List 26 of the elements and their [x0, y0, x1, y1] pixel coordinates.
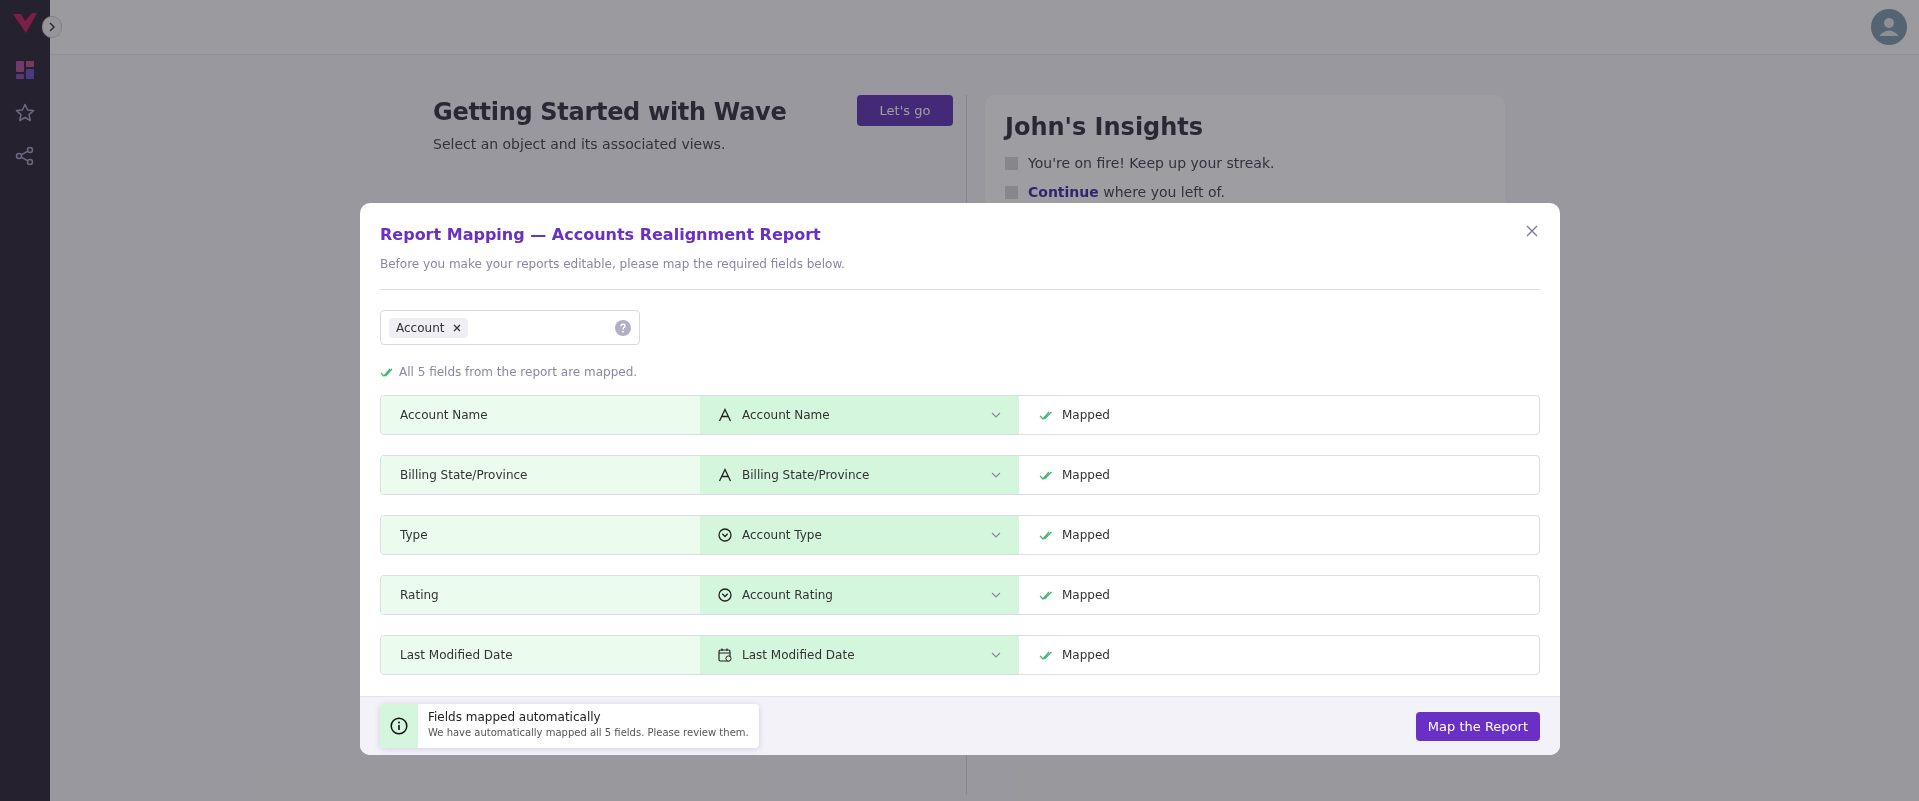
insight-text: You're on fire! Keep up your streak.: [1028, 155, 1275, 171]
lets-go-button[interactable]: Let's go: [857, 95, 953, 126]
chevron-icon: [48, 22, 56, 32]
expand-button[interactable]: [42, 16, 62, 38]
logo-icon: [12, 12, 38, 34]
info-icon: [390, 717, 408, 735]
avatar-icon[interactable]: [1871, 9, 1907, 45]
remove-icon[interactable]: [453, 323, 462, 332]
toast-title: Fields mapped automatically: [428, 710, 602, 724]
object-field[interactable]: Account: [380, 310, 640, 345]
toast-message: We have automatically mapped all 5 fields. Please review them.: [428, 727, 749, 738]
dialog-title: Report Mapping — Accounts Realignment Report: [380, 225, 821, 244]
bullet-icon: [1005, 156, 1018, 170]
section-subtitle: Select an object and its associated views.: [433, 136, 727, 152]
map-report-button[interactable]: Map the Report: [1415, 711, 1540, 741]
help-icon[interactable]: [615, 319, 631, 336]
dashboard-icon[interactable]: [13, 58, 37, 82]
bullet-icon: [1005, 185, 1018, 199]
object-tag: Account: [389, 317, 469, 338]
status-message: All 5 fields from the report are mapped.: [399, 365, 638, 379]
close-icon[interactable]: [1526, 225, 1538, 237]
dialog-subtitle: Before you make your reports editable, please map the required fields below.: [380, 257, 846, 271]
double-check-icon: [380, 367, 393, 377]
insights-title: John's Insights: [1005, 113, 1205, 141]
insight-text: Continue where you left of.: [1028, 184, 1225, 200]
section-title: Getting Started with Wave: [433, 98, 787, 126]
